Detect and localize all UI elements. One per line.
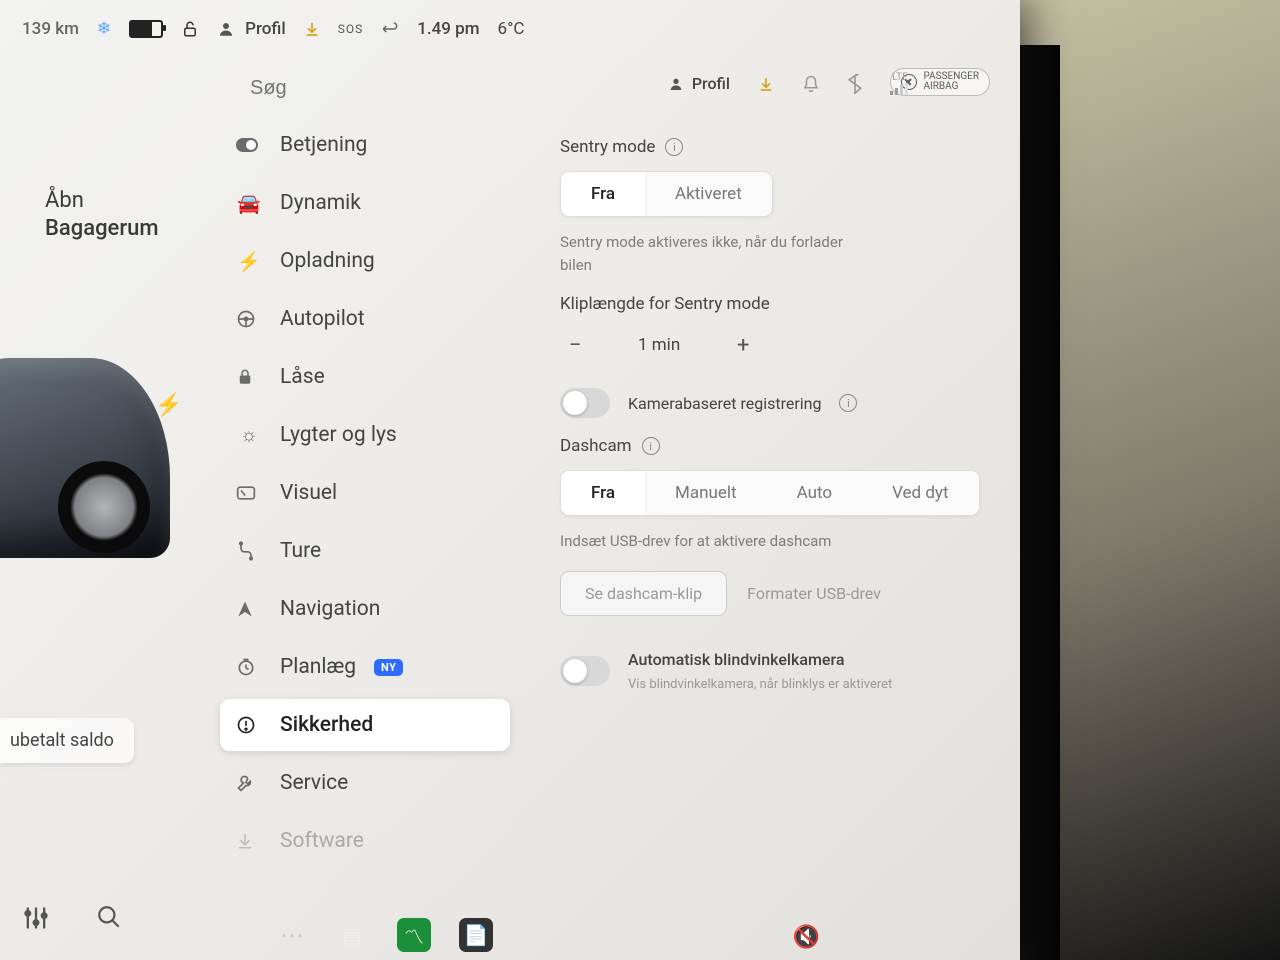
display-icon: [236, 485, 262, 501]
wrench-icon: [236, 773, 262, 793]
minus-button[interactable]: −: [560, 330, 590, 360]
clip-length-section: Kliplængde for Sentry mode − 1 min +: [560, 294, 990, 360]
dashcam-auto-option[interactable]: Auto: [767, 471, 862, 515]
more-apps-icon[interactable]: ⋯: [280, 921, 307, 949]
dock-app-1[interactable]: ▤: [335, 918, 369, 952]
battery-icon[interactable]: [129, 20, 163, 38]
sentry-toggle-segment: Fra Aktiveret: [560, 171, 773, 217]
sidebar-item-autopilot[interactable]: Autopilot: [220, 293, 510, 345]
temperature[interactable]: 6°C: [498, 19, 525, 39]
blindspot-toggle[interactable]: [560, 656, 610, 686]
sidebar-item-trips[interactable]: Ture: [220, 525, 510, 577]
balance-notice[interactable]: ubetalt saldo: [0, 718, 134, 763]
plus-button[interactable]: +: [728, 330, 758, 360]
sidebar-item-controls[interactable]: Betjening: [220, 119, 510, 171]
status-bar: 139 km ❄ Profil SOS 1.49 pm 6°C: [0, 0, 1020, 58]
sentry-off-option[interactable]: Fra: [561, 172, 645, 216]
sidebar-item-service[interactable]: Service: [220, 757, 510, 809]
charge-bolt-icon[interactable]: ⚡: [155, 393, 182, 418]
range-remaining[interactable]: 139 km: [22, 19, 79, 39]
dock-app-3[interactable]: 📄: [459, 918, 493, 952]
sidebar-item-locks[interactable]: Låse: [220, 351, 510, 403]
search-input[interactable]: [248, 76, 517, 101]
download-icon[interactable]: [304, 21, 320, 37]
car-icon: 🚘: [236, 192, 262, 215]
format-usb-link[interactable]: Formater USB-drev: [747, 584, 881, 603]
return-icon: [381, 22, 399, 36]
lock-icon: [236, 368, 262, 386]
touchscreen: 139 km ❄ Profil SOS 1.49 pm 6°C PASSENGE…: [0, 0, 1020, 960]
profile-label: Profil: [245, 19, 286, 39]
clip-length-value: 1 min: [638, 335, 680, 355]
dashcam-segment: Fra Manuelt Auto Ved dyt: [560, 470, 980, 516]
sidebar-item-lights[interactable]: ☼ Lygter og lys: [220, 409, 510, 461]
info-icon[interactable]: i: [839, 394, 857, 412]
bolt-icon: ⚡: [236, 250, 262, 273]
open-trunk-button[interactable]: Åbn Bagagerum: [25, 173, 179, 256]
sidebar-item-schedule[interactable]: Planlæg NY: [220, 641, 510, 693]
clock-icon: [236, 657, 262, 677]
sidebar-item-display[interactable]: Visuel: [220, 467, 510, 519]
blindspot-row: Automatisk blindvinkelkamera Vis blindvi…: [560, 650, 990, 692]
cellular-icon[interactable]: LTE: [890, 72, 910, 95]
dashcam-honk-option[interactable]: Ved dyt: [862, 471, 978, 515]
sentry-description: Sentry mode aktiveres ikke, når du forla…: [560, 231, 870, 276]
sidebar-item-dynamics[interactable]: 🚘 Dynamik: [220, 177, 510, 229]
profile-button[interactable]: Profil: [217, 19, 286, 39]
content-toolbar: Profil LTE: [560, 68, 990, 119]
new-badge: NY: [374, 659, 403, 676]
snowflake-icon: ❄: [97, 19, 111, 39]
sentry-section: Sentry mode i Fra Aktiveret Sentry mode …: [560, 137, 990, 276]
dashcam-title: Dashcam: [560, 436, 632, 456]
sidebar-item-software[interactable]: Software: [220, 815, 510, 867]
download-icon: [236, 832, 262, 850]
vehicle-panel: Åbn Bagagerum ⚡ ubetalt saldo: [0, 58, 210, 960]
dashcam-description: Indsæt USB-drev for at aktivere dashcam: [560, 530, 870, 553]
sentry-title: Sentry mode: [560, 137, 655, 157]
camera-detection-toggle[interactable]: [560, 388, 610, 418]
sidebar-item-navigation[interactable]: Navigation: [220, 583, 510, 635]
sun-icon: ☼: [236, 423, 262, 447]
bluetooth-icon[interactable]: [848, 74, 862, 94]
camera-detection-label: Kamerabaseret registrering: [628, 394, 821, 413]
app-dock: ⋯ ▤ 〽 📄: [280, 918, 493, 952]
alert-circle-icon: [236, 715, 262, 735]
settings-sidebar: Betjening 🚘 Dynamik ⚡ Opladning Autopilo…: [210, 58, 520, 960]
blindspot-description: Vis blindvinkelkamera, når blinklys er a…: [628, 677, 892, 692]
sidebar-item-charging[interactable]: ⚡ Opladning: [220, 235, 510, 287]
search-icon[interactable]: [96, 904, 122, 932]
clip-length-title: Kliplængde for Sentry mode: [560, 294, 770, 314]
content-pane: Profil LTE Sentry mode: [520, 58, 1020, 960]
unlock-icon[interactable]: [181, 20, 199, 38]
toggle-icon: [236, 138, 262, 152]
dashcam-off-option[interactable]: Fra: [561, 471, 645, 515]
dashcam-manual-option[interactable]: Manuelt: [645, 471, 767, 515]
mute-icon[interactable]: 🔇: [793, 925, 820, 950]
profile-button[interactable]: Profil: [668, 74, 730, 93]
car-render[interactable]: [0, 358, 170, 558]
bell-icon[interactable]: [802, 75, 820, 93]
camera-detection-row: Kamerabaseret registrering i: [560, 388, 990, 418]
nav-arrow-icon: [236, 600, 262, 618]
route-icon: [236, 541, 262, 561]
info-icon[interactable]: i: [665, 138, 683, 156]
download-icon[interactable]: [758, 76, 774, 92]
blindspot-title: Automatisk blindvinkelkamera: [628, 650, 892, 669]
sliders-icon[interactable]: [22, 904, 50, 932]
view-clips-button[interactable]: Se dashcam-klip: [560, 571, 727, 616]
sos-button[interactable]: SOS: [338, 22, 364, 36]
sentry-on-option[interactable]: Aktiveret: [645, 172, 772, 216]
dashcam-section: Dashcam i Fra Manuelt Auto Ved dyt Indsæ…: [560, 436, 990, 616]
steering-wheel-icon: [236, 309, 262, 329]
info-icon[interactable]: i: [642, 437, 660, 455]
sidebar-item-security[interactable]: Sikkerhed: [220, 699, 510, 751]
clock[interactable]: 1.49 pm: [417, 19, 479, 39]
dock-app-2[interactable]: 〽: [397, 918, 431, 952]
